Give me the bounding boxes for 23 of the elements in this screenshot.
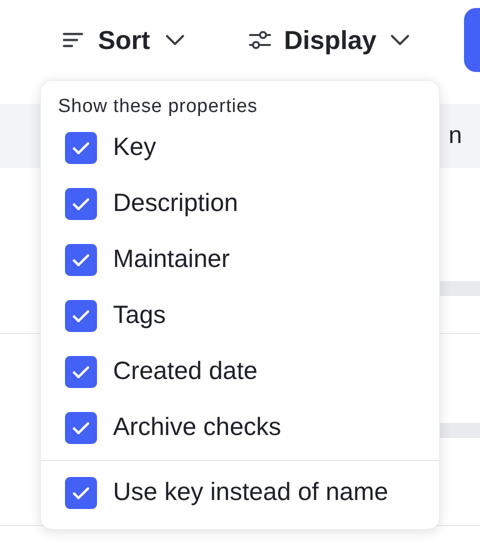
property-label: Description: [113, 188, 238, 219]
checkbox[interactable]: [65, 188, 97, 220]
property-label: Key: [113, 132, 156, 163]
property-label: Use key instead of name: [113, 476, 388, 508]
property-label: Created date: [113, 356, 258, 387]
checkbox[interactable]: [65, 356, 97, 388]
sort-icon: [62, 31, 84, 49]
sort-button[interactable]: Sort: [62, 20, 186, 60]
column-header: n: [448, 121, 462, 151]
property-label: Tags: [113, 300, 166, 331]
chevron-down-icon: [164, 33, 186, 47]
menu-heading: Show these properties: [58, 96, 258, 117]
display-button[interactable]: Display: [248, 20, 410, 60]
sliders-icon: [248, 30, 272, 50]
checkbox[interactable]: [65, 300, 97, 332]
checkbox[interactable]: [65, 476, 97, 508]
checkbox[interactable]: [65, 244, 97, 276]
checkbox[interactable]: [65, 412, 97, 444]
checkbox[interactable]: [65, 132, 97, 164]
primary-button[interactable]: [464, 8, 480, 72]
property-label: Maintainer: [113, 244, 230, 275]
chevron-down-icon: [388, 33, 410, 47]
property-label: Archive checks: [113, 412, 282, 443]
